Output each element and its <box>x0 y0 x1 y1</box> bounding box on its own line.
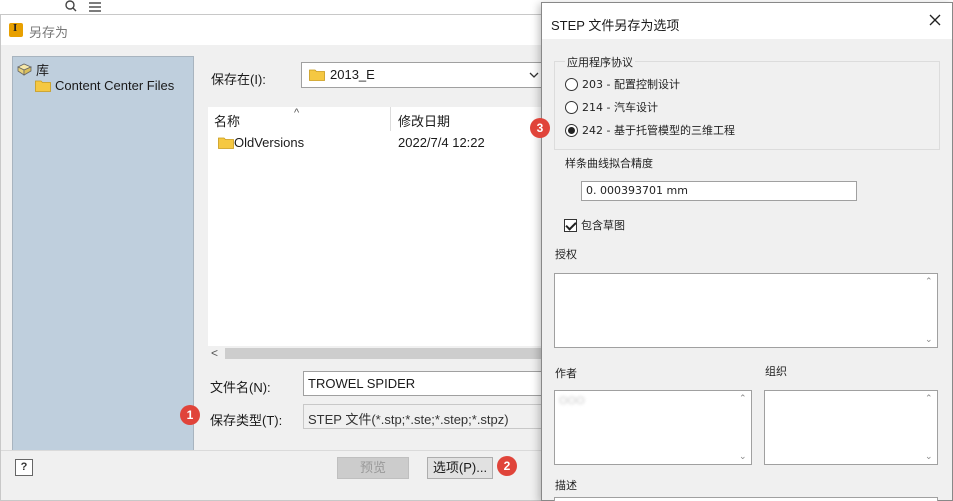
filetype-dropdown[interactable]: STEP 文件(*.stp;*.ste;*.step;*.stpz) <box>303 404 547 429</box>
dialog-title: 另存为 <box>29 25 69 40</box>
include-sketch-checkbox[interactable]: 包含草图 <box>564 217 625 233</box>
close-icon[interactable] <box>928 13 942 27</box>
scroll-up-icon[interactable]: ⌃ <box>925 393 933 404</box>
help-button[interactable]: ? <box>15 459 33 476</box>
spline-tolerance-label: 样条曲线拟合精度 <box>565 157 653 170</box>
protocol-group: 应用程序协议 203 - 配置控制设计 214 - 汽车设计 242 - 基于托… <box>554 54 940 150</box>
author-textarea[interactable]: OOO ⌃ ⌄ <box>554 390 752 465</box>
save-as-titlebar: 另存为 <box>1 15 555 45</box>
organization-label: 组织 <box>765 365 787 378</box>
scroll-down-icon[interactable]: ⌄ <box>925 451 933 462</box>
sort-ascending-icon: ^ <box>294 107 300 119</box>
places-panel: 库 Content Center Files <box>12 56 194 451</box>
folder-icon <box>218 137 234 149</box>
column-header-name[interactable]: 名称 <box>214 111 240 130</box>
protocol-radio-214[interactable]: 214 - 汽车设计 <box>565 99 658 115</box>
authorization-textarea[interactable]: ⌃ ⌄ <box>554 273 938 348</box>
bottom-divider <box>1 450 555 451</box>
file-row[interactable]: OldVersions 2022/7/4 12:22 <box>216 132 556 154</box>
menu-icon[interactable] <box>86 0 104 14</box>
scroll-down-icon[interactable]: ⌄ <box>739 451 747 462</box>
radio-button[interactable] <box>565 77 578 91</box>
protocol-label: 203 - 配置控制设计 <box>582 78 680 91</box>
vertical-scrollbar[interactable]: ⌃ ⌄ <box>921 274 937 347</box>
protocol-group-label: 应用程序协议 <box>565 54 635 70</box>
folder-icon <box>309 69 325 81</box>
inventor-app-icon <box>9 22 23 37</box>
scroll-up-icon[interactable]: ⌃ <box>925 276 933 287</box>
step-options-title: STEP 文件另存为选项 <box>551 18 680 33</box>
filetype-label: 保存类型(T): <box>210 413 283 428</box>
library-label: 库 <box>36 63 50 78</box>
scroll-up-icon[interactable]: ⌃ <box>739 393 747 404</box>
places-item-library[interactable]: 库 <box>17 60 49 79</box>
save-as-dialog: 另存为 库 Content Center Files 保存在(I): 2013_… <box>0 14 557 501</box>
step-options-titlebar: STEP 文件另存为选项 <box>542 3 952 39</box>
author-value-redacted: OOO <box>559 395 585 407</box>
filename-label: 文件名(N): <box>210 380 271 395</box>
authorization-label: 授权 <box>555 248 577 261</box>
annotation-badge-1: 1 <box>180 405 200 425</box>
search-icon[interactable] <box>64 0 78 14</box>
organization-textarea[interactable]: ⌃ ⌄ <box>764 390 938 465</box>
scroll-down-icon[interactable]: ⌄ <box>925 334 933 345</box>
preview-button[interactable]: 预览 <box>337 457 409 479</box>
folder-icon <box>35 80 51 92</box>
author-label: 作者 <box>555 367 577 380</box>
radio-button-selected[interactable] <box>565 123 578 137</box>
checkbox-checked[interactable] <box>564 218 577 232</box>
save-in-value: 2013_E <box>330 67 375 82</box>
column-header-modified[interactable]: 修改日期 <box>398 111 450 130</box>
scroll-left-icon[interactable]: < <box>211 346 218 360</box>
spline-tolerance-input[interactable]: 0. 000393701 mm <box>581 181 857 201</box>
file-date: 2022/7/4 12:22 <box>398 135 485 150</box>
protocol-radio-242[interactable]: 242 - 基于托管模型的三维工程 <box>565 122 735 138</box>
protocol-label: 214 - 汽车设计 <box>582 101 658 114</box>
protocol-radio-203[interactable]: 203 - 配置控制设计 <box>565 76 680 92</box>
annotation-badge-3: 3 <box>530 118 550 138</box>
horizontal-scrollbar[interactable]: < <box>208 346 557 361</box>
file-list[interactable]: 名称 ^ 修改日期 OldVersions 2022/7/4 12:22 <box>208 107 557 361</box>
places-item-content-center[interactable]: Content Center Files <box>35 78 174 93</box>
file-name: OldVersions <box>234 135 305 150</box>
chevron-down-icon <box>529 72 539 78</box>
radio-button[interactable] <box>565 100 578 114</box>
include-sketch-label: 包含草图 <box>581 219 625 232</box>
vertical-scrollbar[interactable]: ⌃ ⌄ <box>735 391 751 464</box>
filename-input[interactable]: TROWEL SPIDER <box>303 371 547 396</box>
step-options-dialog: STEP 文件另存为选项 应用程序协议 203 - 配置控制设计 214 - 汽… <box>541 2 953 501</box>
description-label: 描述 <box>555 479 577 492</box>
save-in-dropdown[interactable]: 2013_E <box>301 62 547 88</box>
column-divider[interactable] <box>390 107 391 131</box>
options-button[interactable]: 选项(P)... <box>427 457 493 479</box>
content-center-label: Content Center Files <box>55 78 175 93</box>
annotation-badge-2: 2 <box>497 456 517 476</box>
vertical-scrollbar[interactable]: ⌃ ⌄ <box>921 391 937 464</box>
description-textarea[interactable] <box>554 497 938 501</box>
protocol-label: 242 - 基于托管模型的三维工程 <box>582 124 735 137</box>
library-icon <box>17 63 32 76</box>
save-in-label: 保存在(I): <box>211 72 266 87</box>
scroll-thumb[interactable] <box>225 348 555 359</box>
